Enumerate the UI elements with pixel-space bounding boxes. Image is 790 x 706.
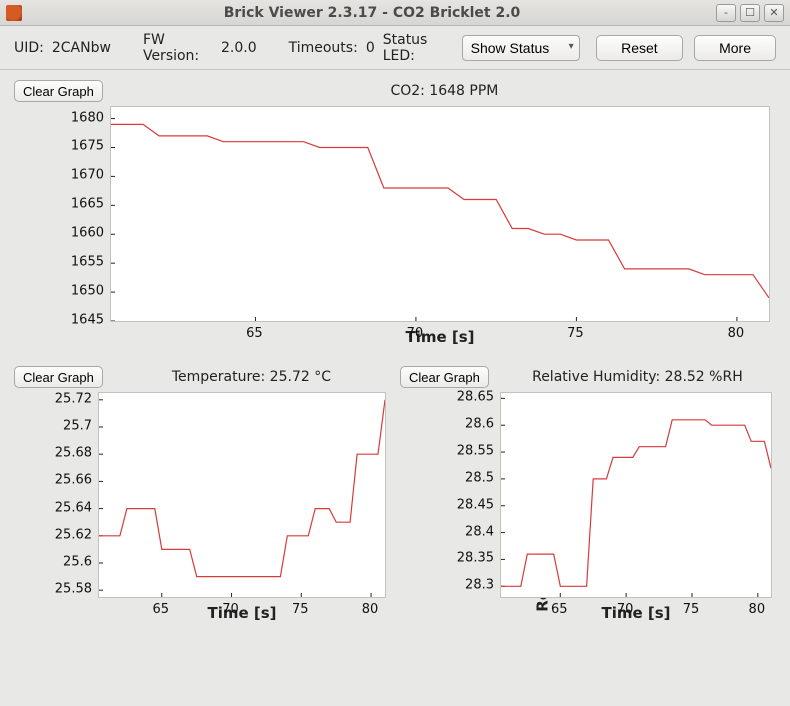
y-tick-label: 28.35	[457, 551, 494, 566]
maximize-button[interactable]: ☐	[740, 4, 760, 22]
y-tick-label: 25.62	[55, 527, 92, 542]
timeouts-label: Timeouts:	[289, 40, 358, 56]
temperature-panel: Clear Graph Temperature: 25.72 °C Temper…	[14, 366, 390, 622]
reset-button[interactable]: Reset	[596, 35, 683, 61]
y-tick-label: 28.45	[457, 497, 494, 512]
temp-clear-graph-button[interactable]: Clear Graph	[14, 366, 103, 388]
y-tick-label: 25.66	[55, 473, 92, 488]
y-tick-label: 28.3	[465, 578, 494, 593]
y-tick-label: 25.68	[55, 446, 92, 461]
y-tick-label: 28.4	[465, 524, 494, 539]
x-tick-label: 75	[292, 602, 309, 617]
humidity-panel: Clear Graph Relative Humidity: 28.52 %RH…	[400, 366, 776, 622]
x-tick-label: 75	[683, 602, 700, 617]
close-button[interactable]: ✕	[764, 4, 784, 22]
more-button[interactable]: More	[694, 35, 776, 61]
fw-version-value: 2.0.0	[221, 40, 257, 56]
humidity-reading: Relative Humidity: 28.52 %RH	[499, 369, 776, 385]
y-tick-label: 1660	[71, 226, 104, 241]
app-icon	[6, 5, 22, 21]
temperature-reading: Temperature: 25.72 °C	[113, 369, 390, 385]
content-area: Clear Graph CO2: 1648 PPM CO2 [PPM] Time…	[0, 70, 790, 706]
y-tick-label: 1645	[71, 313, 104, 328]
y-tick-label: 25.72	[55, 391, 92, 406]
x-tick-label: 80	[362, 602, 379, 617]
y-tick-label: 1655	[71, 255, 104, 270]
y-tick-label: 1675	[71, 139, 104, 154]
co2-clear-graph-button[interactable]: Clear Graph	[14, 80, 103, 102]
y-tick-label: 28.55	[457, 444, 494, 459]
x-tick-label: 80	[749, 602, 766, 617]
status-led-select[interactable]: Show Status	[462, 35, 580, 61]
y-tick-label: 28.6	[465, 417, 494, 432]
co2-x-axis-label: Time [s]	[110, 328, 770, 346]
co2-reading: CO2: 1648 PPM	[113, 83, 776, 99]
minimize-icon: ‐	[724, 6, 728, 19]
x-tick-label: 65	[152, 602, 169, 617]
x-tick-label: 70	[222, 602, 239, 617]
uid-value: 2CANbw	[52, 40, 111, 56]
x-tick-label: 65	[551, 602, 568, 617]
info-toolbar: UID: 2CANbw FW Version: 2.0.0 Timeouts: …	[0, 26, 790, 70]
hum-clear-graph-button[interactable]: Clear Graph	[400, 366, 489, 388]
maximize-icon: ☐	[745, 6, 755, 19]
y-tick-label: 28.65	[457, 390, 494, 405]
x-tick-label: 70	[617, 602, 634, 617]
close-icon: ✕	[769, 6, 778, 19]
y-tick-label: 25.7	[63, 419, 92, 434]
y-tick-label: 28.5	[465, 470, 494, 485]
y-tick-label: 1670	[71, 168, 104, 183]
title-bar: Brick Viewer 2.3.17 - CO2 Bricklet 2.0 ‐…	[0, 0, 790, 26]
x-tick-label: 75	[567, 326, 584, 341]
y-tick-label: 25.58	[55, 582, 92, 597]
x-tick-label: 80	[728, 326, 745, 341]
x-tick-label: 65	[246, 326, 263, 341]
fw-version-label: FW Version:	[143, 32, 213, 64]
y-tick-label: 1650	[71, 284, 104, 299]
x-tick-label: 70	[407, 326, 424, 341]
timeouts-value: 0	[366, 40, 375, 56]
co2-panel: Clear Graph CO2: 1648 PPM CO2 [PPM] Time…	[14, 80, 776, 346]
y-tick-label: 1680	[71, 110, 104, 125]
uid-label: UID:	[14, 40, 44, 56]
y-tick-label: 25.64	[55, 500, 92, 515]
y-tick-label: 1665	[71, 197, 104, 212]
y-tick-label: 25.6	[63, 555, 92, 570]
temp-x-axis-label: Time [s]	[98, 604, 386, 622]
window-title: Brick Viewer 2.3.17 - CO2 Bricklet 2.0	[28, 5, 716, 21]
status-led-label: Status LED:	[383, 32, 452, 64]
minimize-button[interactable]: ‐	[716, 4, 736, 22]
